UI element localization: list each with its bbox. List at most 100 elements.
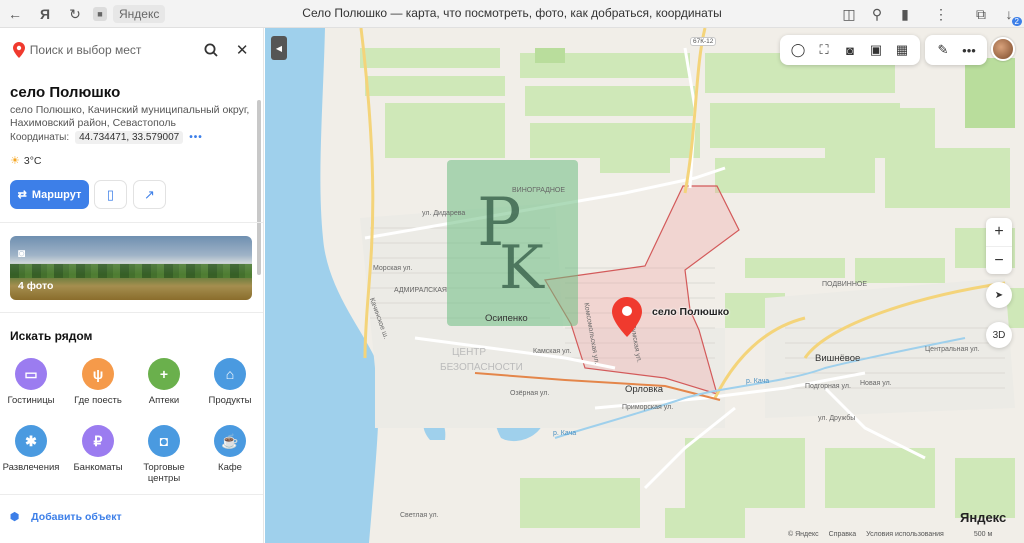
place-address: село Полюшко, Качинский муниципальный ок… — [10, 104, 250, 129]
rk-logo-icon: P K — [477, 184, 545, 303]
route-button[interactable]: ⇄ Маршрут — [10, 180, 89, 209]
collapse-sidebar-button[interactable]: ◀ — [271, 36, 287, 60]
search-input[interactable] — [29, 43, 185, 57]
location-icon[interactable]: ⚲ — [866, 3, 888, 25]
divider — [0, 494, 263, 495]
nearby-title: Искать рядом — [10, 329, 93, 343]
nearby-label: Банкоматы — [73, 462, 123, 473]
collections-icon[interactable]: ⧉ — [970, 3, 992, 25]
downloads-icon[interactable]: ↓ 2 — [998, 3, 1022, 26]
map-label: р. Кача — [553, 430, 577, 437]
search-icon[interactable] — [199, 37, 223, 63]
coordinates-value[interactable]: 44.734471, 33.579007 — [75, 131, 184, 144]
camera-icon[interactable]: ◙ — [840, 40, 860, 60]
navigation-arrow-icon: ➤ — [994, 289, 1004, 301]
map-label: ул. Дружбы — [818, 415, 856, 422]
add-location-icon: ⬢ — [10, 511, 20, 523]
nearby-entertainment[interactable]: ✱ Развлечения — [0, 425, 64, 473]
map-label: Орловка — [625, 384, 663, 395]
map-label: Осипенко — [485, 313, 528, 324]
scale-label: 500 м — [973, 531, 993, 538]
map-footer: © Яндекс Справка Условия использования 5… — [788, 531, 992, 538]
map-label: Подгорная ул. — [805, 383, 851, 390]
sun-icon: ☀ — [10, 155, 20, 167]
nearby-cafes[interactable]: ☕ Кафе — [197, 425, 263, 473]
shopping-bag-icon: ◘ — [148, 425, 180, 457]
watermark-logo: P K — [447, 160, 578, 326]
nearby-food[interactable]: ψ Где поесть — [65, 358, 131, 406]
nearby-hotels[interactable]: ▭ Гостиницы — [0, 358, 64, 406]
nearby-label: Где поесть — [74, 395, 122, 406]
map-label: АДМИРАЛСКАЯ — [394, 287, 447, 294]
camera-icon: ◙ — [18, 246, 26, 260]
map-canvas[interactable]: P K — [265, 28, 1024, 543]
back-icon[interactable]: ← — [4, 3, 26, 25]
map-label: р. Кача — [746, 378, 770, 385]
add-object-link[interactable]: ⬢ Добавить объект — [10, 511, 122, 523]
locate-button[interactable]: ➤ — [986, 282, 1012, 308]
layers-icon[interactable]: ▦ — [892, 40, 912, 60]
basket-icon: ⌂ — [214, 358, 246, 390]
reload-icon[interactable]: ↻ — [64, 3, 86, 25]
add-object-label: Добавить объект — [31, 511, 122, 523]
map-graphic — [265, 28, 1024, 543]
lock-icon: ■ — [93, 7, 107, 21]
more-icon[interactable]: ••• — [959, 40, 979, 60]
share-icon: ↗ — [144, 186, 155, 202]
ferris-wheel-icon: ✱ — [15, 425, 47, 457]
zoom-out-button[interactable]: − — [986, 246, 1012, 274]
avatar[interactable] — [991, 37, 1015, 61]
photo-gallery[interactable]: ◙ 4 фото — [10, 236, 252, 300]
cup-icon: ☕ — [214, 425, 246, 457]
nearby-groceries[interactable]: ⌂ Продукты — [197, 358, 263, 406]
search-box: ✕ — [8, 36, 254, 64]
road-badge: 67К-12 — [690, 37, 717, 46]
bookmark-icon: ▯ — [106, 186, 115, 202]
bookmark-button[interactable]: ▯ — [94, 180, 127, 209]
panorama-icon[interactable]: ⛶ — [814, 40, 834, 60]
map-label: Камская ул. — [533, 348, 572, 355]
close-icon[interactable]: ✕ — [230, 37, 254, 63]
pin-label: село Полюшко — [652, 306, 730, 318]
location-pin-icon[interactable] — [612, 297, 642, 340]
map-tools-toolbar: ✎ ••• — [925, 35, 987, 65]
address-bar[interactable]: ■ Яндекс — [93, 4, 166, 24]
weather-temp: 3°C — [23, 154, 42, 167]
address-domain[interactable]: Яндекс — [113, 5, 166, 23]
share-button[interactable]: ↗ — [133, 180, 166, 209]
weather: ☀ 3°C — [10, 154, 42, 168]
nearby-malls[interactable]: ◘ Торговые центры — [131, 425, 197, 484]
copyright: © Яндекс — [788, 531, 819, 538]
tabs-count-badge: 2 — [1011, 17, 1022, 26]
map-label: Морская ул. — [373, 265, 413, 272]
nearby-pharmacies[interactable]: + Аптеки — [131, 358, 197, 406]
sidebar-scrollbar[interactable] — [257, 100, 261, 275]
photo-count: 4 фото — [18, 280, 54, 292]
route-label: Маршрут — [31, 188, 82, 201]
bookmark-icon[interactable]: ▮ — [894, 3, 916, 25]
terms-link[interactable]: Условия использования — [866, 531, 944, 538]
nearby-atms[interactable]: ₽ Банкоматы — [65, 425, 131, 473]
ruble-icon: ₽ — [82, 425, 114, 457]
map-label: ул. Дидарева — [422, 210, 466, 217]
svg-text:K: K — [499, 233, 545, 303]
reader-mode-icon[interactable]: ◫ — [838, 3, 860, 25]
circle-layer-icon[interactable]: ◯ — [788, 40, 808, 60]
zoom-in-button[interactable]: + — [986, 218, 1012, 246]
three-d-button[interactable]: 3D — [986, 322, 1012, 348]
sidebar-panel: ✕ село Полюшко село Полюшко, Качинский м… — [0, 28, 264, 543]
ruler-icon[interactable]: ✎ — [933, 40, 953, 60]
help-link[interactable]: Справка — [829, 531, 856, 538]
nearby-label: Продукты — [208, 395, 252, 406]
bed-icon: ▭ — [15, 358, 47, 390]
nearby-label: Гостиницы — [7, 395, 55, 406]
map-label: БЕЗОПАСНОСТИ — [440, 362, 523, 373]
bus-icon[interactable]: ▣ — [866, 40, 886, 60]
nearby-label: Развлечения — [2, 462, 60, 473]
yandex-browser-icon[interactable]: Я — [34, 3, 56, 25]
map-label: ЦЕНТР — [452, 347, 487, 358]
map-label: Приморская ул. — [622, 404, 674, 411]
menu-dots-icon[interactable]: ⋮ — [930, 3, 952, 25]
plus-icon: + — [148, 358, 180, 390]
coordinates-more-button[interactable]: ••• — [189, 132, 203, 143]
